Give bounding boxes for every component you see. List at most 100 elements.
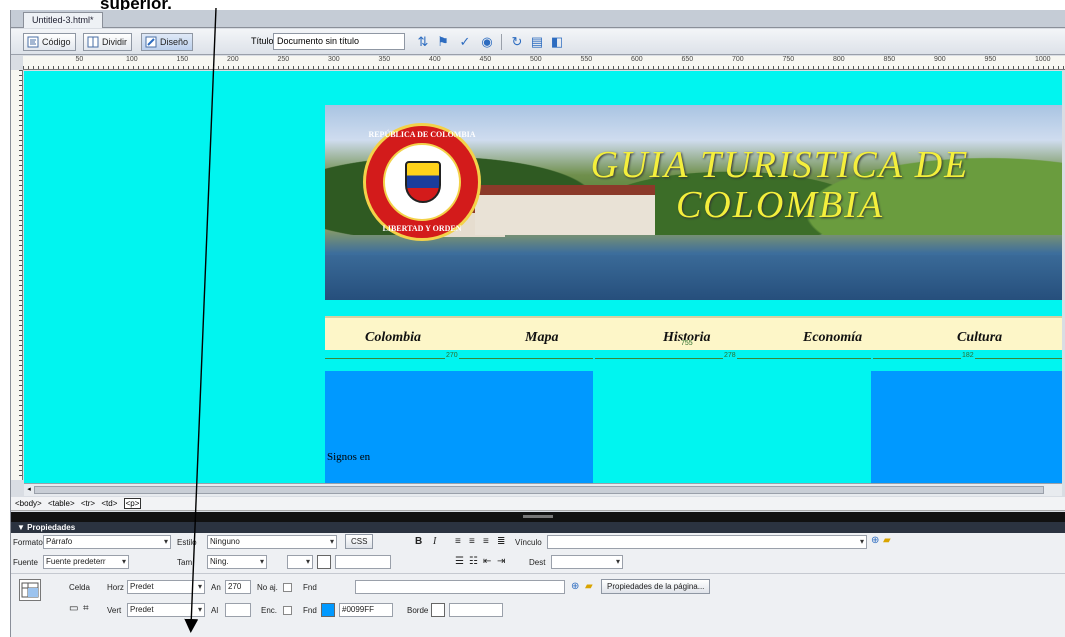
fuente-select[interactable]: Fuente predeterr xyxy=(43,555,129,569)
properties-panel-header[interactable]: ▼ Propiedades xyxy=(11,522,1065,533)
ruler-mark: 400 xyxy=(429,56,441,63)
horizontal-scrollbar[interactable]: ◂ xyxy=(24,483,1062,496)
tag-table[interactable]: <table> xyxy=(48,499,75,508)
ruler-mark: 250 xyxy=(277,56,290,63)
toolbar-separator xyxy=(501,34,502,50)
align-center-icon[interactable]: ≡ xyxy=(469,536,475,548)
indent-icon[interactable]: ⇥ xyxy=(497,556,505,568)
enc-checkbox[interactable] xyxy=(283,606,292,615)
menu-item-cultura[interactable]: Cultura xyxy=(957,330,1002,346)
design-view-button[interactable]: Diseño xyxy=(141,33,194,51)
vert-select[interactable]: Predet xyxy=(127,603,205,617)
fnd-image-input[interactable] xyxy=(355,580,565,594)
fnd-color-input[interactable]: #0099FF xyxy=(339,603,393,617)
an-input[interactable]: 270 xyxy=(225,580,251,594)
tag-p[interactable]: <p> xyxy=(123,498,142,509)
document-title-input[interactable]: Documento sin título xyxy=(273,33,405,50)
document-tab[interactable]: Untitled-3.html* xyxy=(23,12,103,28)
preview-browser-icon[interactable]: ⚑ xyxy=(435,34,451,50)
design-canvas[interactable]: REPÚBLICA DE COLOMBIA LIBERTAD Y ORDEN G… xyxy=(24,71,1062,483)
cell-text: Signos en xyxy=(327,451,371,463)
folder-icon[interactable]: ▰ xyxy=(585,581,593,593)
table-cell-2[interactable] xyxy=(593,371,871,483)
validate-icon[interactable]: ✓ xyxy=(457,34,473,50)
code-view-button[interactable]: Código xyxy=(23,33,76,51)
vinculo-input[interactable] xyxy=(547,535,867,549)
table-cell-3[interactable] xyxy=(871,371,1062,483)
border-color-swatch[interactable] xyxy=(431,603,445,617)
folder-icon[interactable]: ▰ xyxy=(883,535,891,547)
menu-item-colombia[interactable]: Colombia xyxy=(365,330,421,346)
unit-select[interactable] xyxy=(287,555,313,569)
dest-select[interactable] xyxy=(551,555,623,569)
properties-panel: Formato Párrafo Estilo Ninguno CSS B I ≡… xyxy=(11,533,1065,637)
unordered-list-icon[interactable]: ☰ xyxy=(455,556,464,568)
column-width-line xyxy=(325,358,593,359)
text-color-input[interactable] xyxy=(335,555,391,569)
italic-button[interactable]: I xyxy=(433,536,436,548)
page-properties-button[interactable]: Propiedades de la página... xyxy=(601,579,711,594)
tag-tr[interactable]: <tr> xyxy=(81,499,95,508)
horizontal-ruler: 50 100 150 200 250 300 350 400 450 500 550 600 650 70… xyxy=(23,56,1065,70)
ruler-mark: 500 xyxy=(530,56,542,63)
css-button[interactable]: CSS xyxy=(345,534,374,549)
panel-splitter[interactable] xyxy=(11,512,1065,522)
design-view-label: Diseño xyxy=(160,37,189,47)
ruler-mark: 700 xyxy=(732,56,744,63)
ruler-mark: 850 xyxy=(883,56,896,63)
noaj-checkbox[interactable] xyxy=(283,583,292,592)
border-color-input[interactable] xyxy=(449,603,503,617)
tag-td[interactable]: <td> xyxy=(101,499,117,508)
menu-item-mapa[interactable]: Mapa xyxy=(525,330,558,346)
formato-select[interactable]: Párrafo xyxy=(43,535,171,549)
refresh-icon[interactable]: ↻ xyxy=(509,34,525,50)
ruler-mark: 750 xyxy=(782,56,795,63)
dreamweaver-window: Untitled-3.html* Código Dividir Diseño T… xyxy=(10,10,1065,637)
ordered-list-icon[interactable]: ☷ xyxy=(469,556,478,568)
fuente-label: Fuente xyxy=(13,558,38,567)
file-management-icon[interactable]: ⇅ xyxy=(415,34,431,50)
text-color-swatch[interactable] xyxy=(317,555,331,569)
design-icon xyxy=(145,36,157,48)
tam-select[interactable]: Ning. xyxy=(207,555,267,569)
align-justify-icon[interactable]: ≣ xyxy=(497,536,505,548)
split-view-button[interactable]: Dividir xyxy=(83,33,133,51)
split-cell-icon[interactable]: ⌗ xyxy=(83,603,89,615)
document-toolbar: Código Dividir Diseño Título: Documento … xyxy=(11,29,1065,55)
column-width-indicators: 270 278 182 xyxy=(325,352,1062,368)
menu-item-economia[interactable]: Economía xyxy=(803,330,862,346)
table-cell-1[interactable]: Signos en xyxy=(325,371,593,483)
align-right-icon[interactable]: ≡ xyxy=(483,536,489,548)
globe-icon[interactable]: ◉ xyxy=(479,34,495,50)
estilo-select[interactable]: Ninguno xyxy=(207,535,337,549)
ruler-mark: 650 xyxy=(681,56,694,63)
horz-label: Horz xyxy=(107,583,124,592)
column-width-label-3: 182 xyxy=(961,352,975,359)
point-to-file-icon[interactable]: ⊕ xyxy=(871,535,879,547)
tag-body[interactable]: <body> xyxy=(15,499,42,508)
bold-button[interactable]: B xyxy=(415,536,422,548)
horz-select[interactable]: Predet xyxy=(127,580,205,594)
ruler-mark: 150 xyxy=(176,56,189,63)
split-icon xyxy=(87,36,99,48)
merge-cells-icon[interactable]: ▭ xyxy=(69,603,78,615)
align-left-icon[interactable]: ≡ xyxy=(455,536,461,548)
ruler-mark: 300 xyxy=(328,56,340,63)
noaj-label: No aj. xyxy=(257,583,278,592)
vinculo-label: Vínculo xyxy=(515,538,542,547)
view-options-icon[interactable]: ▤ xyxy=(529,34,545,50)
dest-label: Dest xyxy=(529,558,546,567)
seal-top-text: REPÚBLICA DE COLOMBIA xyxy=(368,130,476,139)
splitter-grip[interactable] xyxy=(523,515,553,518)
al-input[interactable] xyxy=(225,603,251,617)
code-view-label: Código xyxy=(42,37,71,47)
borde-label: Borde xyxy=(407,606,429,615)
scroll-left-icon[interactable]: ◂ xyxy=(24,485,34,495)
visual-aids-icon[interactable]: ◧ xyxy=(549,34,565,50)
ruler-mark: 350 xyxy=(378,56,391,63)
seal-inner-circle xyxy=(383,143,461,221)
scrollbar-thumb[interactable] xyxy=(34,486,1044,494)
point-to-file-icon[interactable]: ⊕ xyxy=(571,581,579,593)
fnd-color-swatch[interactable] xyxy=(321,603,335,617)
outdent-icon[interactable]: ⇤ xyxy=(483,556,491,568)
